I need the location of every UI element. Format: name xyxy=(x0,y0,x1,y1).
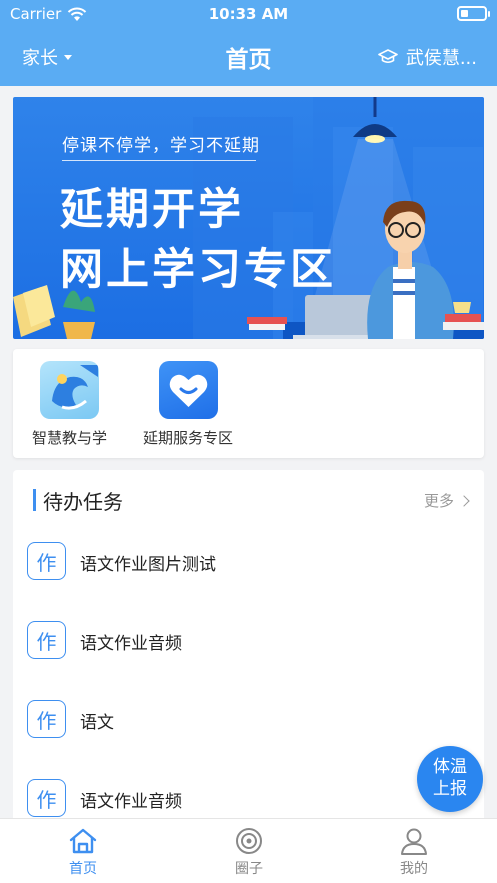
role-switcher[interactable]: 家长 xyxy=(22,44,72,70)
school-name: 武侯慧... xyxy=(405,48,477,69)
tasks-more-label: 更多 xyxy=(423,492,454,510)
tasks-title: 待办任务 xyxy=(43,490,123,514)
clock: 10:33 AM xyxy=(208,5,289,23)
task-name: 语文作业音频 xyxy=(80,792,182,812)
app-extended-service[interactable]: 延期服务专区 xyxy=(143,361,233,448)
tab-home[interactable]: 首页 xyxy=(0,819,166,883)
circle-icon xyxy=(236,828,262,854)
heart-smile-icon xyxy=(158,361,218,419)
banner-title-line1: 延期开学 xyxy=(60,185,244,235)
caret-down-icon xyxy=(64,54,72,60)
battery-icon xyxy=(457,6,490,21)
task-name: 语文作业音频 xyxy=(80,634,182,654)
bottom-tab-bar: 首页 圈子 我的 xyxy=(0,818,497,883)
app-smart-learning-label: 智慧教与学 xyxy=(32,429,108,447)
banner-subtitle: 停课不停学，学习不延期 xyxy=(62,136,260,156)
homework-badge: 作 xyxy=(27,542,66,580)
tab-home-label: 首页 xyxy=(69,861,97,877)
task-item[interactable]: 作 语文作业音频 xyxy=(13,621,484,681)
home-icon xyxy=(69,828,97,854)
navbar: 家长 首页 武侯慧... xyxy=(0,28,497,86)
banner-divider xyxy=(62,160,256,161)
temperature-report-button[interactable]: 体温 上报 xyxy=(417,746,483,812)
task-item[interactable]: 作 语文作业图片测试 xyxy=(13,542,484,602)
section-accent-bar xyxy=(33,489,36,511)
chevron-right-icon xyxy=(458,494,470,507)
task-name: 语文 xyxy=(80,713,114,733)
apps-card: 智慧教与学 延期服务专区 xyxy=(13,349,484,458)
app-header: Carrier 10:33 AM 家长 首页 武侯慧... xyxy=(0,0,497,86)
app-extended-service-label: 延期服务专区 xyxy=(143,429,234,447)
status-bar: Carrier 10:33 AM xyxy=(0,0,497,28)
tab-circle-label: 圈子 xyxy=(235,861,263,877)
homework-badge: 作 xyxy=(27,779,66,817)
tab-profile-label: 我的 xyxy=(400,861,428,877)
fab-label-line2: 上报 xyxy=(433,779,467,799)
role-label: 家长 xyxy=(22,48,58,69)
tab-circle[interactable]: 圈子 xyxy=(166,819,332,883)
tab-profile[interactable]: 我的 xyxy=(331,819,497,883)
graduation-cap-icon xyxy=(378,49,398,64)
homework-badge: 作 xyxy=(27,700,66,738)
tasks-more-link[interactable]: 更多 xyxy=(423,490,470,511)
task-name: 语文作业图片测试 xyxy=(80,555,216,575)
smart-learning-icon xyxy=(40,361,99,419)
school-selector[interactable]: 武侯慧... xyxy=(378,44,477,70)
fab-label-line1: 体温 xyxy=(433,757,467,777)
promo-banner[interactable]: 停课不停学，学习不延期 延期开学 网上学习专区 xyxy=(13,97,484,339)
app-smart-learning[interactable]: 智慧教与学 xyxy=(32,361,107,448)
profile-icon xyxy=(401,828,427,855)
todo-tasks-card: 待办任务 更多 作 语文作业图片测试 作 语文作业音频 作 语文 作 语文作业音… xyxy=(13,470,484,830)
task-item[interactable]: 作 语文 xyxy=(13,700,484,760)
banner-title-line2: 网上学习专区 xyxy=(60,245,336,295)
homework-badge: 作 xyxy=(27,621,66,659)
